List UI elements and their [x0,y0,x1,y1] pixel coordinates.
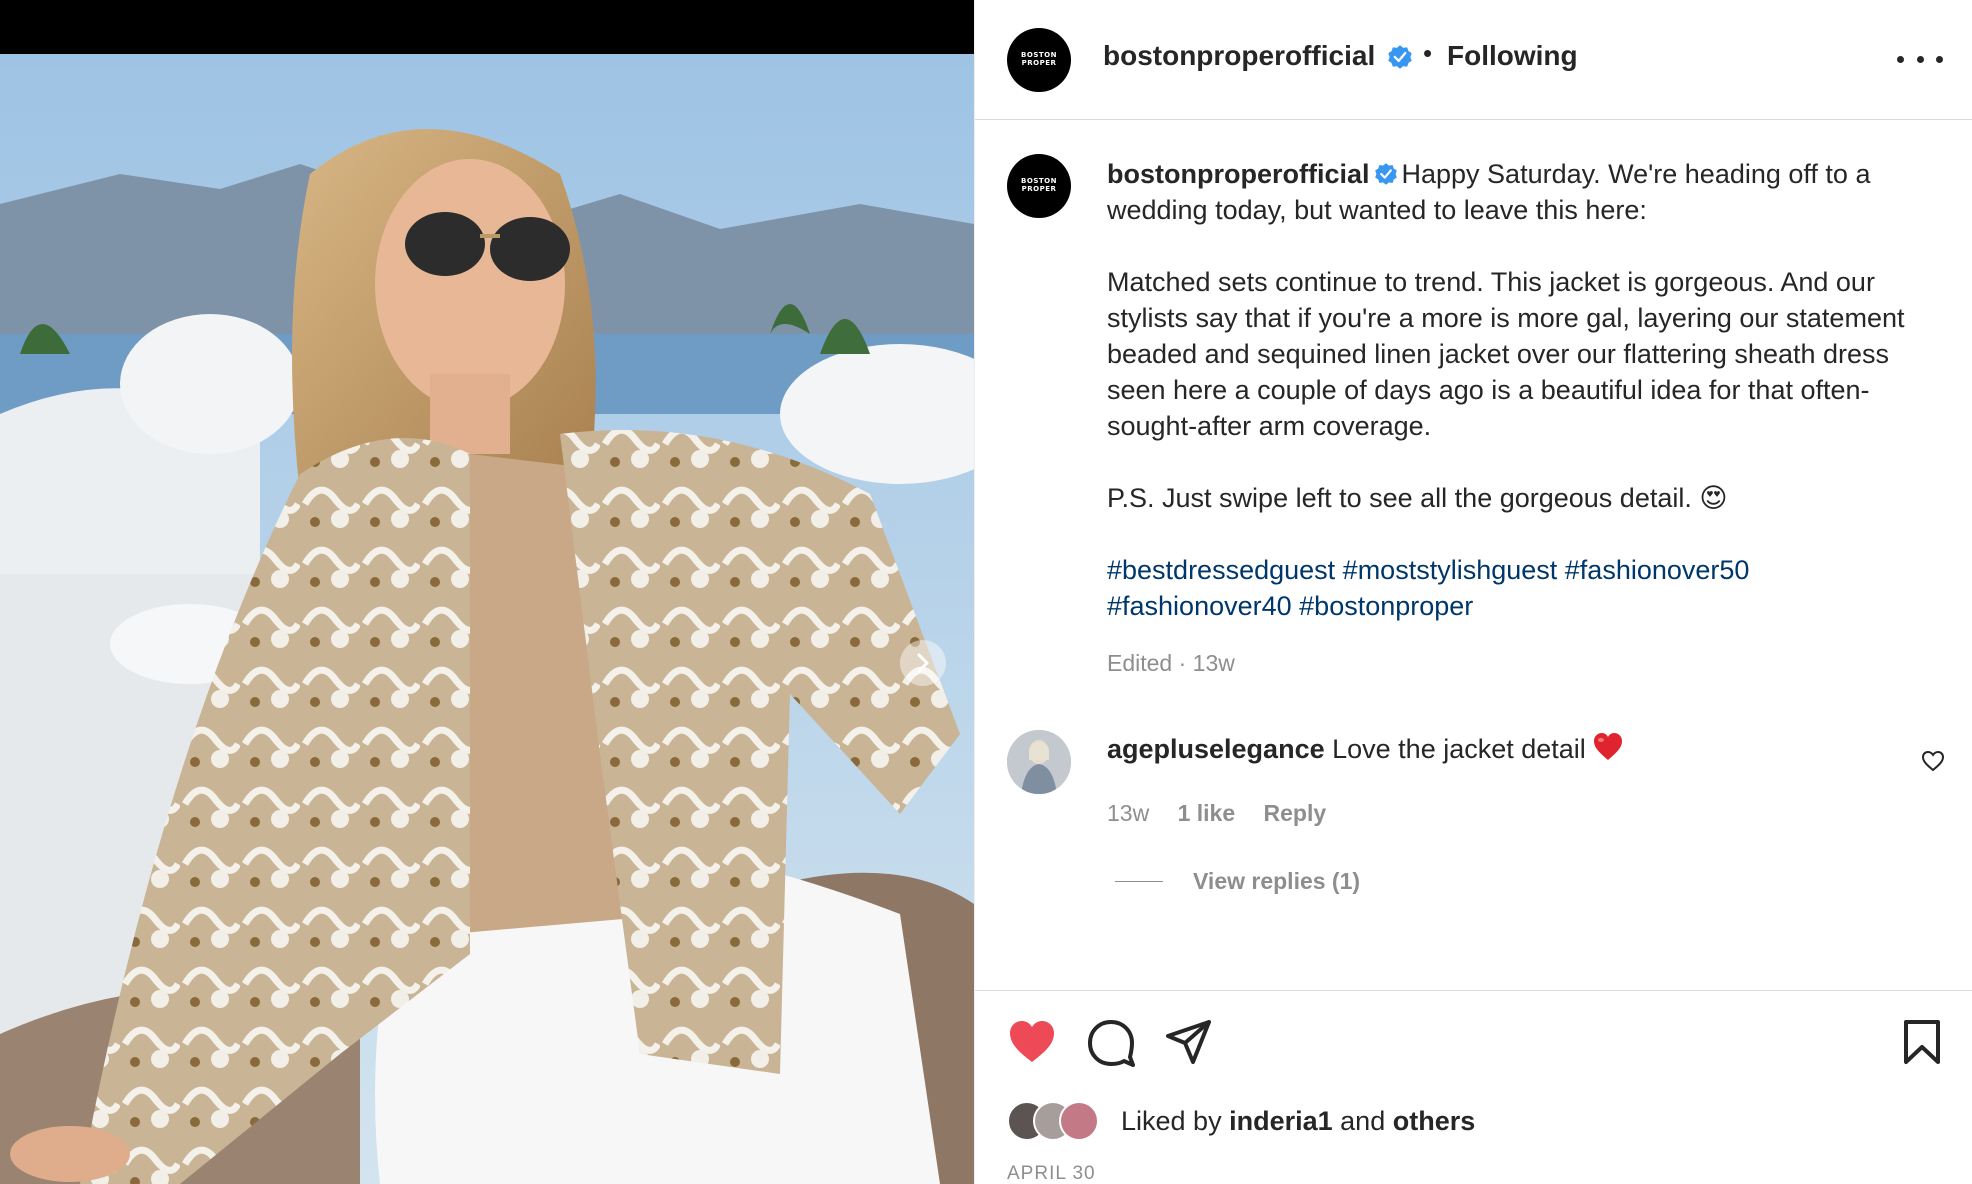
caption-hashtags: #bestdressedguest #moststylishguest #fas… [1107,552,1927,624]
caption-paragraph-1: bostonproperofficial Happy Saturday. We'r… [1107,156,1927,228]
comment-text: agepluselegance Love the jacket detail [1107,732,1624,765]
caption-text: bostonproperofficial Happy Saturday. We'r… [1107,156,1927,624]
verified-badge-icon [1374,163,1397,185]
commenter-avatar-image [1007,730,1071,794]
liked-by-prefix: Liked by [1121,1105,1222,1136]
liked-by-others-link[interactable]: others [1393,1106,1476,1136]
heart-eyes-emoji: 😍 [1699,483,1728,513]
hashtag-link[interactable]: #moststylishguest [1343,555,1558,585]
post-actions: Liked by inderia1 and others APRIL 30 [975,990,1972,1184]
hashtag-link[interactable]: #fashionover40 [1107,591,1292,621]
caption-avatar[interactable]: BOSTON PROPER [1007,154,1071,218]
post-photo-image [0,54,974,1184]
avatar-logo-line2: PROPER [1021,59,1057,67]
caption-paragraph-3: P.S. Just swipe left to see all the gorg… [1107,480,1927,516]
hashtag-link[interactable]: #bestdressedguest [1107,555,1335,585]
comment-like-heart-icon[interactable] [1921,750,1945,772]
likes-summary: Liked by inderia1 and others [1007,1101,1475,1141]
hashtag-link[interactable]: #bostonproper [1299,591,1473,621]
post-header: BOSTON PROPER bostonproperofficial • Fol… [975,0,1972,120]
liked-by-user-link[interactable]: inderia1 [1229,1106,1333,1136]
comment-bubble-icon[interactable] [1087,1019,1135,1067]
chevron-right-icon [917,653,929,673]
view-replies-button[interactable]: View replies (1) [1115,868,1360,895]
liked-by-text: Liked by inderia1 and others [1121,1106,1475,1137]
red-heart-emoji-icon [1593,733,1622,760]
account-avatar[interactable]: BOSTON PROPER [1007,28,1071,92]
view-replies-label: View replies (1) [1193,868,1361,894]
hashtag-link[interactable]: #fashionover50 [1565,555,1750,585]
comment-meta: 13w 1 like Reply [1107,800,1348,827]
header-separator: • [1423,38,1433,68]
caption-paragraph-3-text: P.S. Just swipe left to see all the gorg… [1107,483,1692,513]
commenter-avatar[interactable] [1007,730,1071,794]
post-date[interactable]: APRIL 30 [1007,1163,1096,1184]
comment-username-link[interactable]: agepluselegance [1107,734,1325,764]
liker-avatars[interactable] [1007,1101,1115,1141]
bookmark-icon[interactable] [1903,1019,1941,1065]
view-replies-divider [1115,881,1163,882]
heart-filled-icon[interactable] [1007,1019,1057,1065]
post-media[interactable] [0,0,974,1184]
more-options-icon[interactable] [1897,46,1943,72]
carousel-next-button[interactable] [900,640,946,686]
post-caption: BOSTON PROPER bostonproperofficial Happy … [975,120,1972,990]
header-username-link[interactable]: bostonproperofficial [1103,40,1375,72]
following-button[interactable]: Following [1447,40,1578,72]
verified-badge-icon [1388,45,1412,69]
comment-time: 13w [1107,800,1150,826]
avatar-logo-line2: PROPER [1021,185,1057,193]
liker-avatar [1059,1101,1099,1141]
caption-edited-timestamp: Edited · 13w [1107,650,1235,676]
comment-body: Love the jacket detail [1332,734,1586,764]
caption-paragraph-2: Matched sets continue to trend. This jac… [1107,267,1905,441]
post-photo[interactable] [0,54,974,1184]
reply-button[interactable]: Reply [1264,800,1327,826]
paper-plane-icon[interactable] [1165,1019,1213,1065]
post-side-panel: BOSTON PROPER bostonproperofficial • Fol… [974,0,1972,1184]
caption-username-link[interactable]: bostonproperofficial [1107,159,1370,189]
comment-likes-count[interactable]: 1 like [1178,800,1236,826]
liked-by-joiner: and [1340,1105,1386,1136]
